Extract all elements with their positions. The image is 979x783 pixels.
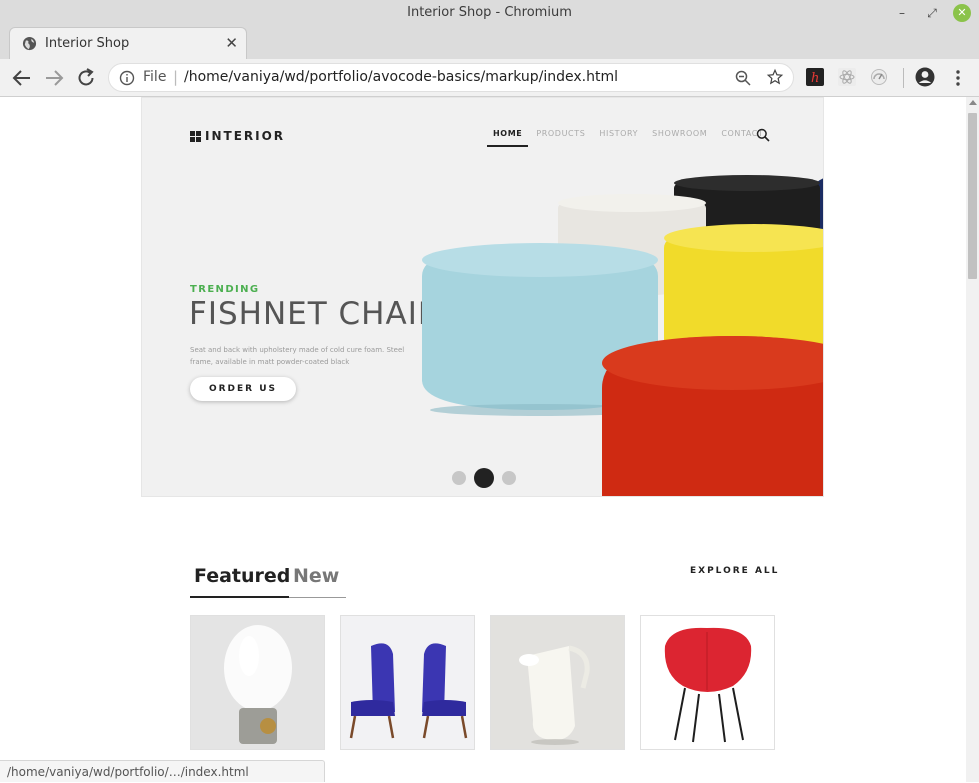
scroll-thumb[interactable] [968, 113, 977, 279]
product-card-jug[interactable] [490, 615, 625, 750]
extension-react-icon[interactable] [838, 68, 856, 86]
profile-avatar-icon[interactable] [915, 67, 935, 87]
tab-close-icon[interactable]: ✕ [225, 34, 238, 52]
minimize-icon[interactable]: – [893, 4, 911, 22]
hero-slider: INTERIOR HOME PRODUCTS HISTORY SHOWROOM … [141, 97, 824, 497]
address-bar[interactable]: File | /home/vaniya/wd/portfolio/avocode… [108, 63, 794, 92]
slider-dots [452, 468, 524, 488]
featured-tabs: Featured New [190, 562, 346, 598]
tab-featured[interactable]: Featured [190, 562, 290, 598]
star-icon[interactable] [766, 68, 784, 86]
tab-strip: Interior Shop ✕ + [0, 27, 979, 82]
red-chair-image [641, 616, 774, 749]
tab-title: Interior Shop [45, 36, 130, 51]
logo-text: INTERIOR [205, 129, 286, 143]
nav-products[interactable]: PRODUCTS [536, 129, 585, 147]
nav-home[interactable]: HOME [487, 129, 529, 147]
lamp-image [191, 616, 324, 749]
page-viewport: INTERIOR HOME PRODUCTS HISTORY SHOWROOM … [0, 97, 966, 782]
hero-eyebrow: TRENDING [190, 284, 260, 295]
window-titlebar: Interior Shop - Chromium – ⤢ ✕ [0, 0, 979, 27]
order-button[interactable]: ORDER US [190, 377, 296, 401]
site-logo[interactable]: INTERIOR [190, 129, 285, 143]
slider-dot-2[interactable] [474, 468, 494, 488]
site-nav: HOME PRODUCTS HISTORY SHOWROOM CONTACT [487, 129, 777, 147]
logo-grid-icon [190, 130, 201, 142]
explore-all-link[interactable]: EXPLORE ALL [690, 566, 779, 576]
url-text[interactable]: /home/vaniya/wd/portfolio/avocode-basics… [184, 69, 618, 85]
scroll-up-arrow-icon[interactable] [969, 100, 977, 105]
svg-text:h: h [811, 71, 819, 86]
extension-gauge-icon[interactable] [870, 68, 888, 86]
search-icon[interactable] [756, 128, 770, 142]
nav-history[interactable]: HISTORY [599, 129, 638, 147]
extension-h-icon[interactable]: h [806, 68, 824, 86]
zoom-out-icon[interactable] [735, 70, 751, 86]
toolbar-divider [903, 68, 904, 88]
url-separator: | [173, 68, 179, 86]
nav-showroom[interactable]: SHOWROOM [652, 129, 707, 147]
tab-interior-shop[interactable]: Interior Shop ✕ [9, 27, 247, 59]
hero-description: Seat and back with upholstery made of co… [190, 346, 405, 366]
vertical-scrollbar[interactable] [966, 97, 979, 782]
status-bubble: /home/vaniya/wd/portfolio/…/index.html [0, 760, 325, 782]
maximize-icon[interactable]: ⤢ [923, 4, 941, 22]
reload-icon[interactable] [74, 66, 98, 90]
kebab-menu-icon[interactable] [950, 67, 966, 89]
info-icon[interactable] [119, 70, 135, 86]
product-card-lamp[interactable] [190, 615, 325, 750]
window-title: Interior Shop - Chromium [407, 5, 572, 20]
tab-new[interactable]: New [289, 562, 346, 598]
hero-poufs-image [422, 175, 823, 496]
back-arrow-icon[interactable] [10, 66, 34, 90]
product-card-red-chair[interactable] [640, 615, 775, 750]
url-scheme: File [143, 69, 167, 85]
product-card-blue-chairs[interactable] [340, 615, 475, 750]
product-grid [190, 615, 790, 750]
jug-image [491, 616, 624, 749]
blue-chairs-image [341, 616, 474, 749]
globe-icon [22, 36, 37, 51]
slider-dot-3[interactable] [502, 471, 516, 485]
close-icon[interactable]: ✕ [953, 4, 971, 22]
browser-toolbar: File | /home/vaniya/wd/portfolio/avocode… [0, 59, 979, 97]
slider-dot-1[interactable] [452, 471, 466, 485]
forward-arrow-icon[interactable] [42, 66, 66, 90]
